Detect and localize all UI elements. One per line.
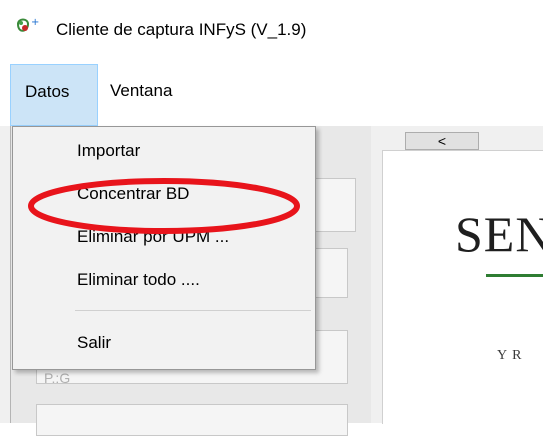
menu-item-eliminar-todo-label: Eliminar todo .... (77, 270, 200, 289)
menu-item-eliminar-todo[interactable]: Eliminar todo .... (13, 260, 315, 300)
logo-text: SEN (455, 206, 543, 262)
menu-datos-label: Datos (25, 82, 70, 101)
annotation-ellipse (28, 178, 300, 234)
menu-separator (75, 310, 311, 311)
logo-line (486, 274, 543, 277)
datos-dropdown-menu: Importar Concentrar BD Eliminar por UPM … (12, 126, 316, 370)
menu-item-salir[interactable]: Salir (13, 323, 315, 363)
right-panel (382, 150, 543, 424)
background-label: P.:G (44, 370, 71, 386)
menu-ventana[interactable]: Ventana (110, 81, 172, 101)
svg-text:+: + (31, 17, 39, 28)
menu-bar: Datos Ventana (0, 64, 543, 126)
menu-item-salir-label: Salir (77, 333, 112, 352)
menu-datos[interactable]: Datos (10, 64, 98, 126)
window-title: Cliente de captura INFyS (V_1.9) (56, 20, 307, 39)
scroll-left-button[interactable]: < (405, 132, 479, 150)
menu-item-importar-label: Importar (77, 141, 141, 160)
background-box-4[interactable] (36, 404, 348, 436)
menu-item-importar[interactable]: Importar (13, 131, 315, 171)
logo-subtext: Y R (497, 348, 523, 363)
title-bar: + Cliente de captura INFyS (V_1.9) (0, 0, 543, 64)
app-icon: + (16, 17, 39, 32)
